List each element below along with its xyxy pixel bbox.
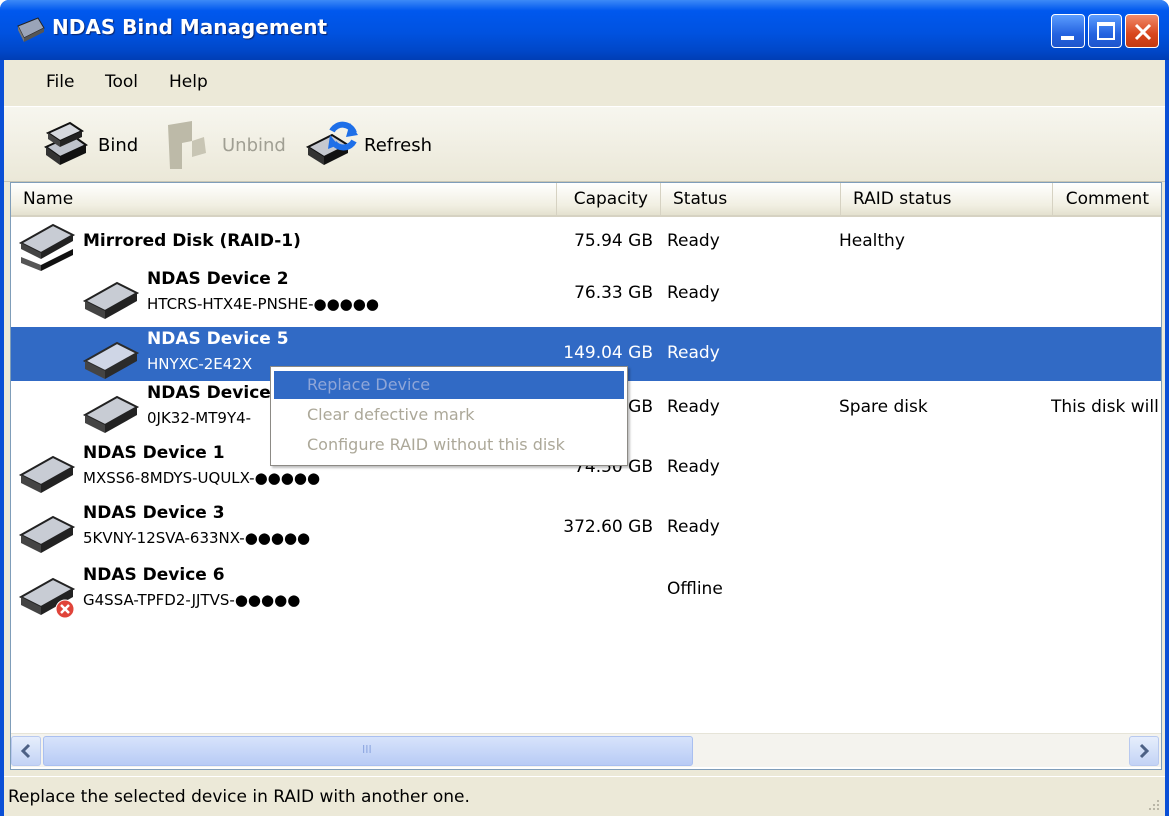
menu-bar: File Tool Help bbox=[4, 60, 1165, 106]
device-serial: MXSS6-8MDYS-UQULX-●●●●● bbox=[83, 469, 321, 487]
bind-button[interactable]: Bind bbox=[38, 117, 138, 173]
device-status: Ready bbox=[667, 397, 720, 417]
device-name: NDAS Device 5 bbox=[147, 329, 289, 349]
disk-icon bbox=[82, 281, 140, 319]
maximize-icon bbox=[1097, 22, 1115, 40]
unbind-icon bbox=[168, 121, 206, 169]
scroll-thumb[interactable]: III bbox=[43, 736, 693, 766]
device-name: NDAS Device 1 bbox=[83, 443, 225, 463]
title-bar[interactable]: NDAS Bind Management bbox=[0, 0, 1169, 60]
menu-item-clear-defective-mark[interactable]: Clear defective mark bbox=[274, 401, 624, 429]
table-row[interactable]: NDAS Device 6 G4SSA-TPFD2-JJTVS-●●●●● Offl… bbox=[11, 563, 1161, 619]
device-serial: 5KVNY-12SVA-633NX-●●●●● bbox=[83, 529, 311, 547]
close-button[interactable] bbox=[1125, 14, 1159, 48]
device-serial: G4SSA-TPFD2-JJTVS-●●●●● bbox=[83, 591, 301, 609]
app-window: NDAS Bind Management File Tool Help Bind… bbox=[0, 0, 1169, 816]
device-capacity: 76.33 GB bbox=[574, 283, 653, 303]
scroll-left-button[interactable] bbox=[11, 736, 41, 766]
refresh-icon bbox=[305, 121, 358, 165]
refresh-label: Refresh bbox=[364, 134, 432, 156]
menu-item-configure-raid-without-disk[interactable]: Configure RAID without this disk bbox=[274, 431, 624, 459]
column-capacity[interactable]: Capacity bbox=[557, 183, 661, 215]
device-list: Name Capacity Status RAID status Comment… bbox=[10, 182, 1162, 770]
column-raid-status[interactable]: RAID status bbox=[841, 183, 1053, 215]
device-name: NDAS Device 3 bbox=[83, 503, 225, 523]
device-name: NDAS Device 6 bbox=[83, 565, 225, 585]
bind-label: Bind bbox=[98, 134, 139, 156]
minimize-icon bbox=[1061, 36, 1074, 40]
device-comment: This disk will bbox=[1051, 397, 1159, 417]
disk-icon bbox=[18, 455, 76, 493]
offline-disk-icon bbox=[18, 577, 76, 619]
close-icon bbox=[1134, 23, 1152, 41]
maximize-button[interactable] bbox=[1088, 14, 1122, 48]
status-text: Replace the selected device in RAID with… bbox=[8, 787, 470, 807]
device-serial: HNYXC-2E42X bbox=[147, 355, 253, 373]
device-serial: HTCRS-HTX4E-PNSHE-●●●●● bbox=[147, 295, 379, 313]
menu-help[interactable]: Help bbox=[169, 72, 208, 92]
device-status: Ready bbox=[667, 231, 720, 251]
device-capacity: 149.04 GB bbox=[563, 343, 653, 363]
disk-icon bbox=[82, 395, 140, 433]
unbind-button[interactable]: Unbind bbox=[162, 117, 286, 173]
column-comment[interactable]: Comment bbox=[1053, 183, 1161, 215]
column-status[interactable]: Status bbox=[661, 183, 841, 215]
column-name[interactable]: Name bbox=[11, 183, 557, 215]
horizontal-scrollbar[interactable]: III bbox=[11, 733, 1161, 767]
refresh-button[interactable]: Refresh bbox=[304, 117, 432, 173]
disk-icon bbox=[82, 341, 140, 379]
device-status: Ready bbox=[667, 457, 720, 477]
device-capacity: 75.94 GB bbox=[574, 231, 653, 251]
app-icon bbox=[17, 17, 45, 42]
device-serial: 0JK32-MT9Y4- bbox=[147, 409, 252, 427]
device-status: Offline bbox=[667, 579, 723, 599]
status-bar: Replace the selected device in RAID with… bbox=[4, 776, 1165, 816]
device-name: Mirrored Disk (RAID-1) bbox=[83, 231, 301, 251]
window-title: NDAS Bind Management bbox=[52, 15, 328, 39]
unbind-label: Unbind bbox=[222, 134, 286, 156]
device-name: NDAS Device bbox=[147, 383, 271, 403]
device-raid-status: Healthy bbox=[839, 231, 905, 251]
bind-icon bbox=[44, 121, 88, 165]
scroll-thumb-grip: III bbox=[362, 743, 372, 756]
device-status: Ready bbox=[667, 283, 720, 303]
toolbar: Bind Unbind Refresh bbox=[4, 106, 1165, 182]
resize-grip-icon[interactable] bbox=[1145, 796, 1161, 812]
arrow-left-icon bbox=[20, 743, 31, 759]
scroll-right-button[interactable] bbox=[1129, 736, 1159, 766]
table-row[interactable]: NDAS Device 3 5KVNY-12SVA-633NX-●●●●● 372.… bbox=[11, 501, 1161, 557]
menu-file[interactable]: File bbox=[46, 72, 74, 92]
device-raid-status: Spare disk bbox=[839, 397, 928, 417]
list-header: Name Capacity Status RAID status Comment bbox=[11, 183, 1161, 217]
minimize-button[interactable] bbox=[1051, 14, 1085, 48]
context-menu: Replace Device Clear defective mark Conf… bbox=[270, 366, 628, 466]
menu-item-replace-device[interactable]: Replace Device bbox=[274, 371, 624, 399]
arrow-right-icon bbox=[1139, 743, 1150, 759]
device-status: Ready bbox=[667, 343, 720, 363]
device-name: NDAS Device 2 bbox=[147, 269, 289, 289]
table-row[interactable]: NDAS Device 2 HTCRS-HTX4E-PNSHE-●●●●● 76.3… bbox=[11, 267, 1161, 323]
device-status: Ready bbox=[667, 517, 720, 537]
menu-tool[interactable]: Tool bbox=[105, 72, 138, 92]
device-capacity: 372.60 GB bbox=[563, 517, 653, 537]
disk-icon bbox=[18, 515, 76, 553]
